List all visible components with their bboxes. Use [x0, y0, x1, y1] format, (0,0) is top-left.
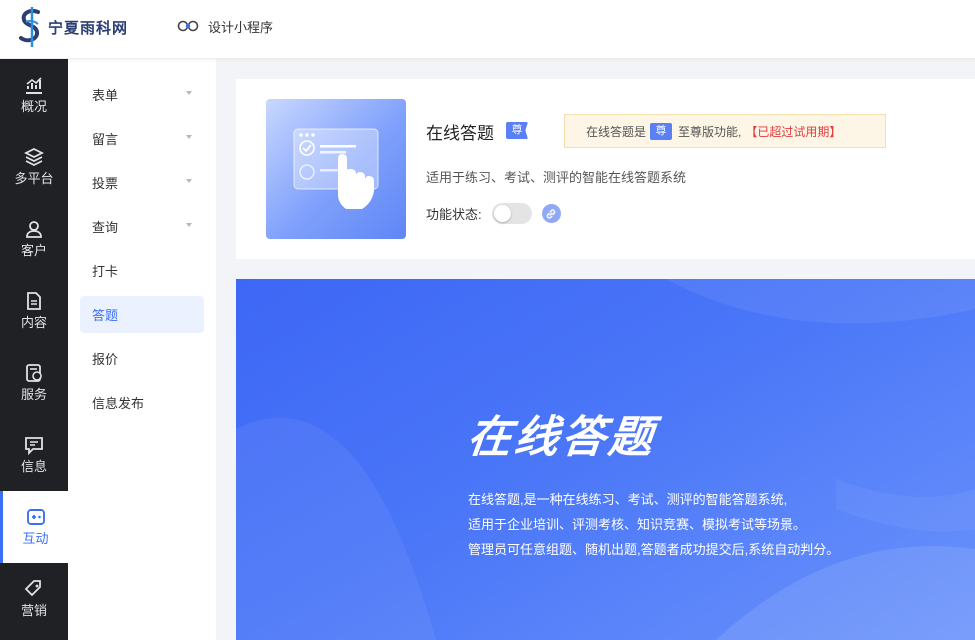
banner-line: 适用于企业培训、评测考核、知识竞赛、模拟考试等场景。: [468, 517, 807, 532]
nav-item-label: 营销: [20, 603, 47, 618]
link-button[interactable]: [541, 204, 561, 223]
submenu-item-label: 留言: [92, 132, 119, 147]
tag-icon: [24, 580, 41, 597]
design-mini-program-label: 设计小程序: [208, 19, 274, 35]
banner-description: 在线答题,是一种在线练习、考试、测评的智能答题系统, 适用于企业培训、评测考核、…: [468, 487, 839, 562]
top-bar: 宁夏雨科网 设计小程序: [0, 0, 975, 59]
gamepad-icon: [26, 509, 45, 525]
quiz-illustration-icon: [293, 128, 379, 209]
caret-down-icon: [186, 179, 192, 183]
submenu-item-query[interactable]: 查询: [80, 208, 204, 245]
nav-item-label: 互动: [22, 531, 49, 546]
nav-item-customers[interactable]: 客户: [0, 203, 68, 275]
nav-item-label: 客户: [20, 243, 47, 258]
document-icon: [27, 292, 41, 310]
submenu-item-label: 信息发布: [92, 396, 145, 411]
submenu-item-comment[interactable]: 留言: [80, 120, 204, 157]
nav-item-label: 多平台: [14, 171, 54, 186]
submenu-item-label: 表单: [92, 88, 119, 103]
banner-line: 在线答题,是一种在线练习、考试、测评的智能答题系统,: [468, 492, 788, 507]
upgrade-notice: 在线答题是 尊 至尊版功能, 【已超过试用期】: [564, 114, 886, 148]
premium-badge: 尊: [506, 122, 528, 139]
feature-description: 适用于练习、考试、测评的智能在线答题系统: [426, 170, 687, 185]
caret-down-icon: [186, 223, 192, 227]
nav-item-overview[interactable]: 概况: [0, 59, 68, 131]
feature-thumbnail: [266, 99, 406, 239]
nav-item-content[interactable]: 内容: [0, 275, 68, 347]
notice-premium-badge: 尊: [650, 122, 673, 140]
message-icon: [25, 437, 43, 455]
submenu-item-label: 投票: [92, 176, 119, 191]
nav-item-marketing[interactable]: 营销: [0, 563, 68, 635]
nav-item-messages[interactable]: 信息: [0, 419, 68, 491]
feature-title: 在线答题: [426, 124, 494, 143]
caret-down-icon: [186, 135, 192, 139]
nav-item-interaction[interactable]: 互动: [0, 491, 68, 563]
feature-status-row: 功能状态:: [426, 203, 561, 224]
main-nav: 概况 多平台 客户 内容 服务 信息 互动 营销: [0, 59, 68, 640]
caret-down-icon: [186, 91, 192, 95]
nav-item-service[interactable]: 服务: [0, 347, 68, 419]
feature-status-toggle[interactable]: [491, 203, 532, 224]
chart-icon: [26, 77, 42, 94]
banner-line: 管理员可任意组题、随机出题,答题者成功提交后,系统自动判分。: [468, 542, 840, 557]
submenu-item-label: 查询: [92, 220, 119, 235]
submenu-item-label: 报价: [92, 352, 119, 367]
intro-banner: 在线答题 在线答题,是一种在线练习、考试、测评的智能答题系统, 适用于企业培训、…: [236, 279, 975, 640]
nav-item-label: 服务: [20, 387, 47, 402]
layers-icon: [24, 147, 44, 167]
nav-item-label: 信息: [20, 459, 47, 474]
banner-title: 在线答题: [464, 413, 659, 462]
submenu-item-checkin[interactable]: 打卡: [80, 252, 204, 289]
toggle-knob: [493, 205, 511, 222]
mini-program-icon: [177, 20, 199, 32]
nav-item-multiplatform[interactable]: 多平台: [0, 131, 68, 203]
link-icon: [546, 208, 556, 219]
submenu-item-publish[interactable]: 信息发布: [80, 384, 204, 421]
submenu-item-quiz[interactable]: 答题: [80, 296, 204, 333]
brand-logo[interactable]: 宁夏雨科网: [16, 6, 128, 48]
trial-expired-text[interactable]: 【已超过试用期】: [745, 123, 841, 140]
status-label: 功能状态:: [426, 207, 482, 222]
service-icon: [26, 364, 42, 382]
sub-menu: 表单 留言 投票 查询 打卡 答题 报价 信息发布: [68, 59, 216, 640]
brand-name: 宁夏雨科网: [48, 18, 129, 37]
nav-item-label: 概况: [20, 99, 47, 114]
feature-card: 在线答题 尊 在线答题是 尊 至尊版功能, 【已超过试用期】 适用于练习、考试、…: [236, 79, 975, 259]
design-mini-program-link[interactable]: 设计小程序: [177, 15, 273, 37]
submenu-item-label: 答题: [92, 308, 119, 323]
notice-suffix: 至尊版功能,: [678, 124, 742, 139]
brand-logo-icon: [19, 7, 40, 47]
submenu-item-quote[interactable]: 报价: [80, 340, 204, 377]
submenu-item-form[interactable]: 表单: [80, 76, 204, 113]
user-icon: [26, 221, 42, 238]
nav-item-label: 内容: [20, 315, 47, 330]
submenu-item-vote[interactable]: 投票: [80, 164, 204, 201]
submenu-item-label: 打卡: [92, 264, 119, 279]
notice-prefix: 在线答题是: [586, 124, 647, 139]
